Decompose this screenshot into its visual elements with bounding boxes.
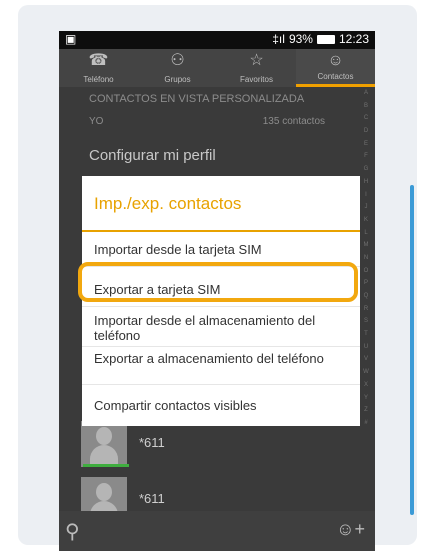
tab-grupos[interactable]: ⚇ Grupos — [138, 49, 217, 87]
alphabet-letter[interactable]: Z — [359, 404, 373, 417]
highlight-ring — [78, 262, 358, 302]
profile-link[interactable]: Configurar mi perfil — [89, 147, 216, 164]
alphabet-letter[interactable]: C — [359, 112, 373, 125]
phone-icon: ☎ — [88, 52, 109, 69]
me-row[interactable]: YO 135 contactos — [59, 111, 359, 133]
battery-percent: 93% — [288, 32, 313, 46]
alphabet-letter[interactable]: Y — [359, 392, 373, 405]
groups-icon: ⚇ — [170, 52, 185, 69]
alphabet-letter[interactable]: R — [359, 303, 373, 316]
divider — [82, 306, 360, 307]
frame-accent-edge — [410, 185, 414, 515]
alphabet-letter[interactable]: U — [359, 341, 373, 354]
alphabet-letter[interactable]: W — [359, 366, 373, 379]
alphabet-letter[interactable]: L — [359, 227, 373, 240]
tab-label: Contactos — [317, 72, 354, 81]
tab-bar: ☎ Teléfono ⚇ Grupos ☆ Favoritos ☺ Contac… — [59, 49, 375, 87]
clock: 12:23 — [338, 32, 369, 46]
status-bar: ▣ ‡ıl 93% 12:23 — [59, 31, 375, 49]
signal-icon: ‡ıl — [272, 32, 285, 46]
bottom-bar: ⚲ ☺+ — [59, 511, 375, 551]
alphabet-letter[interactable]: N — [359, 252, 373, 265]
alphabet-letter[interactable]: F — [359, 150, 373, 163]
tab-label: Favoritos — [240, 75, 273, 84]
tab-favoritos[interactable]: ☆ Favoritos — [217, 49, 296, 87]
contact-count: 135 contactos — [262, 116, 325, 127]
tab-label: Grupos — [164, 75, 191, 84]
alphabet-letter[interactable]: A — [359, 87, 373, 100]
search-icon[interactable]: ⚲ — [65, 519, 80, 544]
star-icon: ☆ — [249, 52, 264, 69]
alphabet-letter[interactable]: K — [359, 214, 373, 227]
export-to-phone-storage-item[interactable]: Exportar a almacenamiento del teléfono — [94, 351, 352, 366]
battery-icon — [316, 34, 335, 44]
image-icon: ▣ — [65, 32, 77, 46]
tab-telefono[interactable]: ☎ Teléfono — [59, 49, 138, 87]
alphabet-letter[interactable]: # — [359, 417, 373, 430]
import-from-sim-item[interactable]: Importar desde la tarjeta SIM — [94, 242, 352, 257]
alphabet-letter[interactable]: O — [359, 265, 373, 278]
tab-label: Teléfono — [83, 75, 114, 84]
alphabet-letter[interactable]: V — [359, 353, 373, 366]
contact-name: *611 — [139, 435, 165, 450]
alphabet-letter[interactable]: B — [359, 100, 373, 113]
dialog-title-divider — [82, 230, 360, 232]
alphabet-letter[interactable]: H — [359, 176, 373, 189]
alphabet-letter[interactable]: Q — [359, 290, 373, 303]
alphabet-letter[interactable]: M — [359, 239, 373, 252]
section-header: CONTACTOS EN VISTA PERSONALIZADA — [89, 93, 305, 105]
alphabet-letter[interactable]: G — [359, 163, 373, 176]
alphabet-letter[interactable]: T — [359, 328, 373, 341]
avatar — [81, 421, 129, 467]
alphabet-letter[interactable]: I — [359, 189, 373, 202]
import-from-phone-storage-item[interactable]: Importar desde el almacenamiento del tel… — [94, 313, 352, 343]
contact-icon: ☺ — [327, 52, 344, 69]
divider — [82, 384, 360, 385]
dialog-title: Imp./exp. contactos — [94, 194, 242, 213]
contact-name: *611 — [139, 491, 165, 506]
alphabet-index[interactable]: A B C D E F G H I J K L M N O P Q R S T U V W X Y Z # — [359, 87, 373, 507]
alphabet-letter[interactable]: J — [359, 201, 373, 214]
alphabet-letter[interactable]: D — [359, 125, 373, 138]
sim-indicator — [83, 464, 129, 467]
add-contact-icon[interactable]: ☺+ — [336, 519, 365, 540]
alphabet-letter[interactable]: S — [359, 315, 373, 328]
list-item[interactable]: *611 — [79, 421, 349, 467]
me-label: YO — [89, 116, 104, 127]
alphabet-letter[interactable]: P — [359, 277, 373, 290]
share-visible-contacts-item[interactable]: Compartir contactos visibles — [94, 398, 352, 413]
divider — [82, 346, 360, 347]
tab-contactos[interactable]: ☺ Contactos — [296, 49, 375, 87]
alphabet-letter[interactable]: E — [359, 138, 373, 151]
alphabet-letter[interactable]: X — [359, 379, 373, 392]
